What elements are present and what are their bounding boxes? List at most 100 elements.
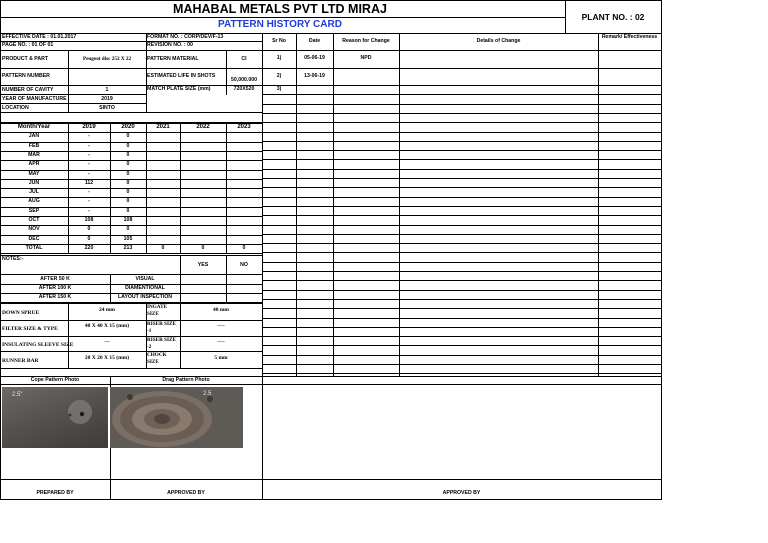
production-header-cell: 2023 xyxy=(237,124,251,130)
notes-yes: YES xyxy=(197,262,209,268)
gating-value: 24 mm xyxy=(98,306,116,313)
production-header-cell: Month/Year xyxy=(17,124,51,130)
production-value: 0 xyxy=(126,133,130,140)
prepared-by: PREPARED BY xyxy=(36,490,74,496)
cope-pattern-photo: 2.5" xyxy=(2,387,108,448)
approved-by-right: APPROVED BY xyxy=(442,490,481,496)
gating-value-2: ---- xyxy=(217,338,225,345)
location-value: SINTO xyxy=(99,105,115,111)
production-month: JUN xyxy=(28,179,40,186)
check-type: LAYOUT INSPECTION xyxy=(118,294,172,300)
gating-label-2: INGATE SIZE xyxy=(147,304,168,317)
production-header-cell: 2019 xyxy=(82,124,96,130)
effective-date: EFFECTIVE DATE : 01.01.2017 xyxy=(2,34,77,40)
production-month: JUL xyxy=(29,189,39,196)
production-value: 213 xyxy=(123,244,133,251)
gating-value-2: 5 mm xyxy=(214,354,228,361)
history-header-cell: Remark/ Effectiveness xyxy=(601,34,658,40)
check-type: VISUAL xyxy=(135,276,155,282)
cope-photo-label: Cope Pattern Photo xyxy=(30,377,80,383)
gating-label: FILTER SIZE & TYPE xyxy=(2,326,58,332)
production-value: - xyxy=(88,161,90,168)
cavity-value: 1 xyxy=(105,87,109,93)
history-header-cell: Date xyxy=(308,38,321,44)
cavity-label: NUMBER OF CAVITY xyxy=(2,87,54,93)
production-value: 0 xyxy=(161,244,165,251)
production-value: 0 xyxy=(126,161,130,168)
production-value: 0 xyxy=(87,226,91,233)
gating-value-2: 40 mm xyxy=(212,306,230,313)
product-label: PRODUCT & PART xyxy=(2,56,49,62)
production-value: 0 xyxy=(126,179,130,186)
history-cell: 2) xyxy=(276,72,282,79)
pattern-number-label: PATTERN NUMBER xyxy=(2,73,50,79)
notes-label: NOTES:- xyxy=(2,256,24,262)
drag-photo-mark: 2.5 xyxy=(203,391,212,397)
gating-label: RUNNER BAR xyxy=(2,357,39,364)
production-value: 108 xyxy=(123,217,133,223)
plate-value: 720X520 xyxy=(233,86,255,92)
year-label: YEAR OF MANUFACTURE xyxy=(2,96,67,102)
production-value: 0 xyxy=(126,170,130,177)
gating-label-2: RISER SIZE -1 xyxy=(147,321,176,334)
card-title: PATTERN HISTORY CARD xyxy=(218,19,342,30)
page-number: PAGE NO. : 01 OF 01 xyxy=(2,42,54,48)
product-value: Peugeot disc 252 X 22 xyxy=(82,56,132,62)
production-header-cell: 2020 xyxy=(121,124,135,130)
production-value: 220 xyxy=(84,244,94,251)
life-label: ESTIMATED LIFE IN SHOTS xyxy=(147,73,216,79)
gating-label-2: CHOCK SIZE xyxy=(147,352,167,365)
production-month: SEP xyxy=(28,207,40,214)
production-month: NOV xyxy=(28,226,40,233)
production-month: DEC xyxy=(28,235,40,242)
pattern-history-card: MAHABAL METALS PVT LTD MIRAJ PATTERN HIS… xyxy=(0,0,662,500)
company-name: MAHABAL METALS PVT LTD MIRAJ xyxy=(173,2,387,16)
check-type: DIAMENTIONAL xyxy=(125,285,165,291)
production-value: 0 xyxy=(126,142,130,149)
drag-photo-label: Drag Pattern Photo xyxy=(162,377,210,383)
plate-label: MATCH PLATE SIZE (mm) xyxy=(147,86,211,92)
production-header-cell: 2022 xyxy=(196,124,210,130)
production-value: - xyxy=(88,198,90,205)
life-value: 50,000.000 xyxy=(231,77,257,83)
revision-number: REVISION NO. : 00 xyxy=(147,42,193,48)
history-cell: NPD xyxy=(360,55,372,61)
plant-number: PLANT NO. : 02 xyxy=(581,12,645,22)
gating-value-2: ---- xyxy=(217,323,225,329)
production-value: 108 xyxy=(84,217,94,223)
format-number: FORMAT NO. : CORP/DEV/F-13 xyxy=(147,34,224,40)
history-cell: 13-06-19 xyxy=(304,72,325,79)
production-value: 105 xyxy=(123,235,133,242)
production-value: 0 xyxy=(126,151,130,158)
history-header-cell: Sr No xyxy=(272,38,286,44)
history-header-cell: Details of Change xyxy=(476,38,521,44)
approved-by-left: APPROVED BY xyxy=(167,490,205,496)
production-month: JAN xyxy=(28,133,40,140)
drag-pattern-photo: 2.5 xyxy=(110,387,243,448)
history-cell: 3) xyxy=(276,85,282,92)
production-value: 0 xyxy=(126,207,130,214)
notes-no: NO xyxy=(240,262,248,268)
gating-label: INSULATING SLEEVE SIZE xyxy=(2,341,74,348)
production-value: - xyxy=(88,207,90,214)
check-interval: AFTER 100 K xyxy=(38,285,72,291)
material-value: CI xyxy=(241,56,247,62)
production-value: 0 xyxy=(126,198,130,205)
production-month: MAR xyxy=(28,151,40,158)
gating-label: DOWN SPRUE xyxy=(2,309,40,316)
production-value: 0 xyxy=(87,235,91,242)
production-value: 112 xyxy=(84,179,94,186)
gating-value: 20 X 20 X 15 (mm) xyxy=(84,354,130,361)
production-value: 0 xyxy=(126,226,130,233)
production-month: OCT xyxy=(28,217,40,223)
history-header-cell: Reason for Change xyxy=(342,38,390,44)
gating-value: --- xyxy=(104,338,110,345)
production-value: 0 xyxy=(126,189,130,196)
year-value: 2019 xyxy=(101,96,113,102)
production-header-cell: 2021 xyxy=(156,124,170,130)
production-month: MAY xyxy=(28,170,40,177)
production-value: 0 xyxy=(242,244,246,251)
check-interval: AFTER 150 K xyxy=(38,294,72,300)
production-month: FEB xyxy=(28,142,40,149)
gating-label-2: RISER SIZE -2 xyxy=(147,337,176,350)
